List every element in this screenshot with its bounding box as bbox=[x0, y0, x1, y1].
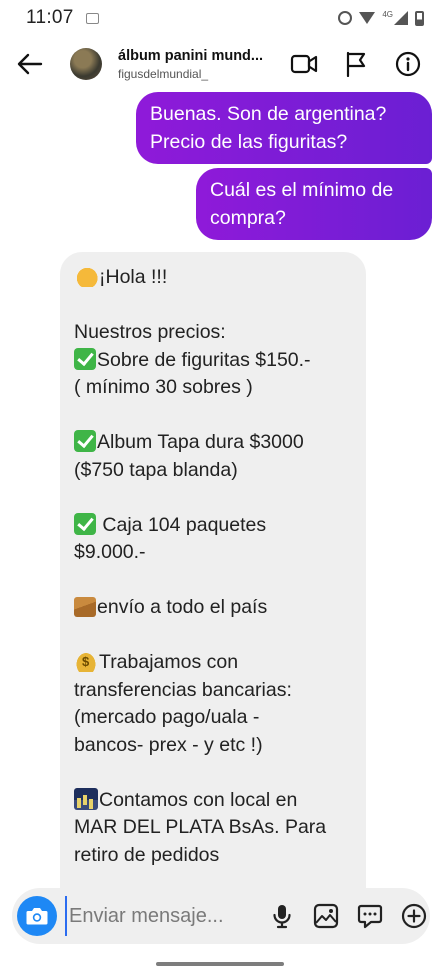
wifi-icon bbox=[359, 12, 376, 24]
info-icon bbox=[395, 51, 421, 77]
back-arrow-icon bbox=[17, 53, 43, 75]
status-icons: 4G bbox=[338, 9, 424, 26]
more-options-button[interactable] bbox=[401, 903, 427, 929]
status-time: 11:07 bbox=[26, 7, 74, 28]
message-line: retiro de pedidos bbox=[74, 843, 220, 866]
message-line: Contamos con local en bbox=[99, 788, 298, 811]
voice-message-button[interactable] bbox=[269, 903, 295, 929]
sent-message[interactable]: Buenas. Son de argentina? Precio de las … bbox=[136, 92, 432, 164]
message-line: ¡Hola !!! bbox=[99, 266, 168, 288]
camera-icon bbox=[26, 908, 48, 925]
received-message[interactable]: ¡Hola !!! Nuestros precios: Sobre de fig… bbox=[60, 252, 366, 912]
gallery-button[interactable] bbox=[313, 903, 339, 929]
message-line: compra? bbox=[210, 207, 286, 229]
message-composer bbox=[12, 888, 430, 944]
message-line: Album Tapa dura $3000 bbox=[97, 431, 304, 453]
status-bar: 11:07 4G bbox=[0, 0, 440, 36]
camera-button[interactable] bbox=[17, 896, 57, 936]
message-line: transferencias bancarias: bbox=[74, 678, 292, 701]
sticker-button[interactable] bbox=[357, 903, 383, 929]
message-line: ($750 tapa blanda) bbox=[74, 458, 238, 481]
money-bag-icon bbox=[74, 650, 98, 672]
check-mark-icon bbox=[74, 512, 96, 535]
flag-icon bbox=[346, 51, 366, 77]
message-line: Trabajamos con bbox=[99, 651, 239, 673]
report-button[interactable] bbox=[340, 48, 372, 80]
chat-title: álbum panini mund... bbox=[118, 47, 263, 64]
alarm-icon bbox=[338, 11, 353, 25]
image-icon bbox=[313, 903, 339, 929]
message-line: Nuestros precios: bbox=[74, 321, 226, 343]
signal-icon bbox=[394, 11, 408, 25]
message-line: Sobre de figuritas $150.- bbox=[97, 348, 311, 371]
check-mark-icon bbox=[74, 347, 96, 370]
microphone-icon bbox=[273, 905, 291, 929]
info-button[interactable] bbox=[392, 48, 424, 80]
composer-actions bbox=[269, 903, 427, 929]
message-line: envío a todo el país bbox=[97, 596, 268, 618]
chat-bubble-icon bbox=[357, 904, 383, 929]
chat-header: álbum panini mund... figusdelmundial_ bbox=[0, 36, 440, 92]
message-line: ( mínimo 30 sobres ) bbox=[74, 376, 253, 398]
network-type-label: 4G bbox=[382, 9, 393, 19]
message-input[interactable] bbox=[65, 896, 249, 936]
chat-username: figusdelmundial_ bbox=[118, 66, 209, 81]
header-actions bbox=[288, 36, 424, 92]
message-line: Precio de las figuritas? bbox=[150, 131, 348, 153]
home-indicator[interactable] bbox=[156, 962, 284, 966]
plus-circle-icon bbox=[401, 903, 427, 929]
avatar[interactable] bbox=[70, 48, 102, 80]
chat-title-block[interactable]: álbum panini mund... figusdelmundial_ bbox=[118, 48, 266, 81]
message-line: $9.000.- bbox=[74, 541, 146, 563]
sent-message[interactable]: Cuál es el mínimo de compra? bbox=[196, 168, 432, 240]
message-line: Buenas. Son de argentina? bbox=[150, 103, 387, 125]
message-line: Caja 104 paquetes bbox=[97, 513, 267, 536]
message-line: bancos- prex - y etc !) bbox=[74, 733, 263, 756]
video-call-icon bbox=[290, 54, 318, 74]
check-mark-icon bbox=[74, 430, 96, 452]
battery-icon bbox=[415, 10, 424, 26]
package-icon bbox=[74, 597, 96, 617]
screenshot-notification-icon bbox=[85, 12, 99, 24]
back-button[interactable] bbox=[0, 36, 60, 92]
waving-hand-icon bbox=[74, 265, 98, 287]
night-city-icon bbox=[74, 787, 98, 810]
message-line: (mercado pago/uala - bbox=[74, 706, 260, 728]
message-line: MAR DEL PLATA BsAs. Para bbox=[74, 816, 327, 838]
video-call-button[interactable] bbox=[288, 48, 320, 80]
message-line: Cuál es el mínimo de bbox=[210, 179, 394, 201]
